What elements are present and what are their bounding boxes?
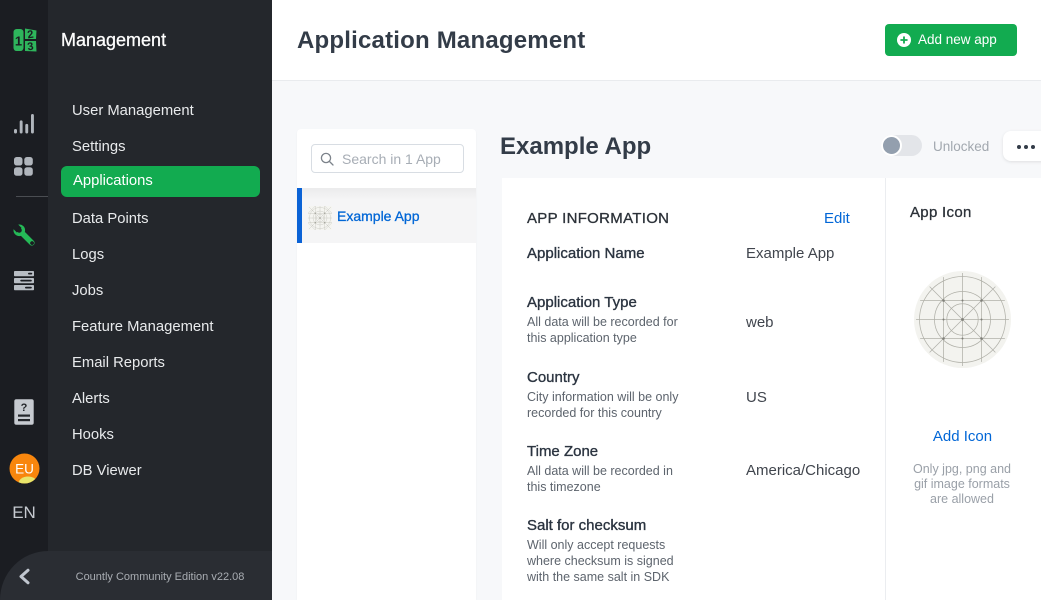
svg-text:1: 1 (15, 34, 22, 49)
svg-text:EU: EU (15, 462, 34, 477)
svg-text:?: ? (21, 402, 28, 414)
